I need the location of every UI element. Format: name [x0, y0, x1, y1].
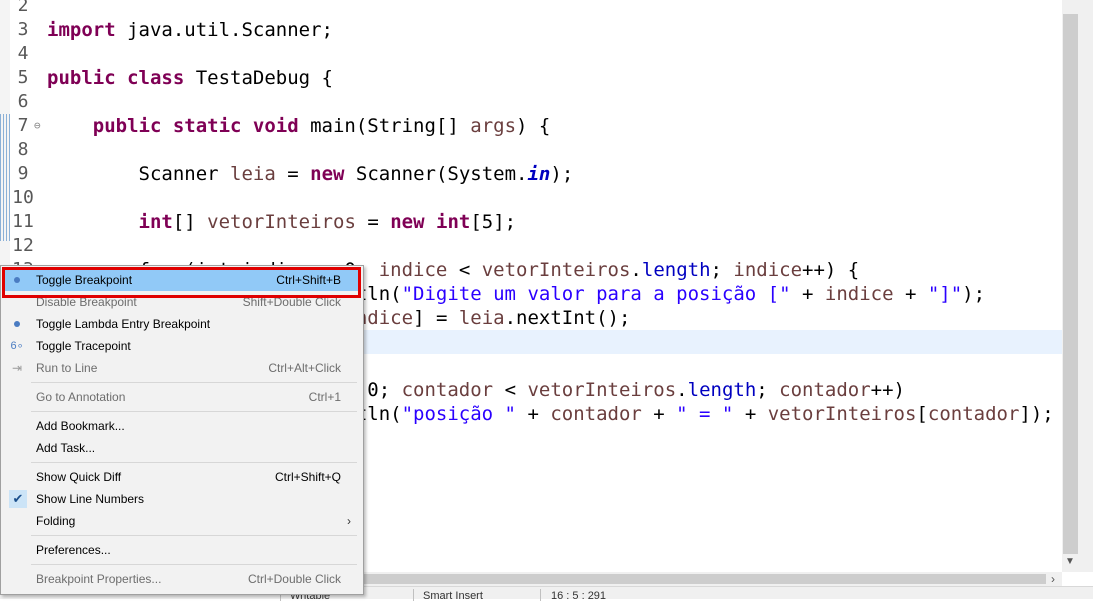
ruler-context-menu: Toggle Breakpoint Ctrl+Shift+B Disable Bre… [0, 265, 364, 595]
code-text: int[] vetorInteiros = new int[5]; [138, 211, 517, 233]
menu-item-label: Breakpoint Properties... [36, 572, 162, 586]
status-separator [540, 589, 541, 601]
menu-item-label: Add Task... [36, 441, 96, 455]
submenu-arrow-icon: › [347, 514, 351, 528]
breakpoint-icon [9, 313, 25, 335]
menu-item-label: Toggle Tracepoint [36, 339, 131, 353]
menu-item-show-quick-diff[interactable]: Show Quick Diff Ctrl+Shift+Q [3, 466, 359, 488]
code-text: public static void main(String[] args) { [92, 115, 551, 137]
menu-item-label: Toggle Lambda Entry Breakpoint [36, 317, 211, 331]
menu-item-preferences[interactable]: Preferences... [3, 539, 359, 561]
menu-item-label: Folding [36, 514, 76, 528]
line-number: 2 [17, 0, 29, 16]
code-line[interactable]: 6 [0, 90, 1062, 114]
menu-item-accelerator: Ctrl+Shift+Q [274, 470, 341, 484]
code-text: public class TestaDebug { [47, 67, 333, 89]
menu-item-accelerator: Ctrl+Alt+Click [268, 361, 341, 375]
menu-item-run-to-line[interactable]: ⇥ Run to Line Ctrl+Alt+Click [3, 357, 359, 379]
code-line[interactable]: 4 [0, 42, 1062, 66]
menu-item-add-task[interactable]: Add Task... [3, 437, 359, 459]
line-number: 9 [17, 163, 29, 184]
menu-item-show-line-numbers[interactable]: ✔ Show Line Numbers [3, 488, 359, 510]
menu-item-label: Show Quick Diff [36, 470, 122, 484]
fold-collapse-icon[interactable]: ⊖ [34, 114, 41, 138]
highlight-annotation-box [2, 267, 361, 298]
line-number: 3 [17, 19, 29, 40]
menu-item-toggle-lambda-breakpoint[interactable]: Toggle Lambda Entry Breakpoint [3, 313, 359, 335]
horizontal-scroll-thumb[interactable] [360, 574, 1046, 584]
line-number: 7 [17, 115, 29, 136]
menu-separator [31, 535, 357, 536]
status-insert-mode: Smart Insert [423, 590, 483, 602]
vertical-scroll-thumb[interactable] [1063, 14, 1078, 554]
menu-item-go-to-annotation[interactable]: Go to Annotation Ctrl+1 [3, 386, 359, 408]
menu-item-accelerator: Ctrl+1 [308, 390, 341, 404]
menu-item-label: Show Line Numbers [36, 492, 145, 506]
code-line[interactable]: 10 [0, 186, 1062, 210]
code-text: import java.util.Scanner; [47, 19, 333, 41]
code-line[interactable]: 2 [0, 0, 1062, 18]
menu-item-accelerator: Ctrl+Double Click [247, 572, 341, 586]
scroll-down-icon[interactable]: ▼ [1062, 555, 1078, 569]
menu-item-label: Run to Line [36, 361, 98, 375]
menu-item-toggle-tracepoint[interactable]: 6∘ Toggle Tracepoint [3, 335, 359, 357]
menu-item-folding[interactable]: Folding › [3, 510, 359, 532]
run-to-line-icon: ⇥ [11, 361, 23, 375]
menu-item-breakpoint-properties[interactable]: Breakpoint Properties... Ctrl+Double Clic… [3, 568, 359, 590]
menu-item-label: Preferences... [36, 543, 111, 557]
menu-separator [31, 382, 357, 383]
line-number: 11 [12, 211, 34, 232]
menu-item-add-bookmark[interactable]: Add Bookmark... [3, 415, 359, 437]
line-number: 10 [12, 187, 34, 208]
line-number: 8 [17, 139, 29, 160]
line-number: 12 [12, 235, 34, 256]
scroll-right-icon[interactable]: › [1046, 572, 1060, 586]
code-line[interactable]: 5 public class TestaDebug { [0, 66, 1062, 90]
code-line[interactable]: 7 ⊖ public static void main(String[] args… [0, 114, 1062, 138]
code-line[interactable]: 9 Scanner leia = new Scanner(System.in); [0, 162, 1062, 186]
checkmark-icon: ✔ [9, 488, 27, 510]
line-number: 5 [17, 67, 29, 88]
menu-separator [31, 462, 357, 463]
menu-item-label: Go to Annotation [36, 390, 126, 404]
menu-separator [31, 411, 357, 412]
status-position: 16 : 5 : 291 [551, 590, 607, 602]
tracepoint-icon: 6∘ [10, 340, 24, 352]
menu-separator [31, 564, 357, 565]
code-line[interactable]: 3 import java.util.Scanner; [0, 18, 1062, 42]
code-line[interactable]: 8 [0, 138, 1062, 162]
line-number: 4 [17, 43, 29, 64]
code-line[interactable]: 11 int[] vetorInteiros = new int[5]; [0, 210, 1062, 234]
line-number: 6 [17, 91, 29, 112]
menu-item-label: Add Bookmark... [36, 419, 125, 433]
status-separator [413, 589, 414, 601]
code-line[interactable]: 12 [0, 234, 1062, 258]
code-text: Scanner leia = new Scanner(System.in); [47, 163, 574, 185]
